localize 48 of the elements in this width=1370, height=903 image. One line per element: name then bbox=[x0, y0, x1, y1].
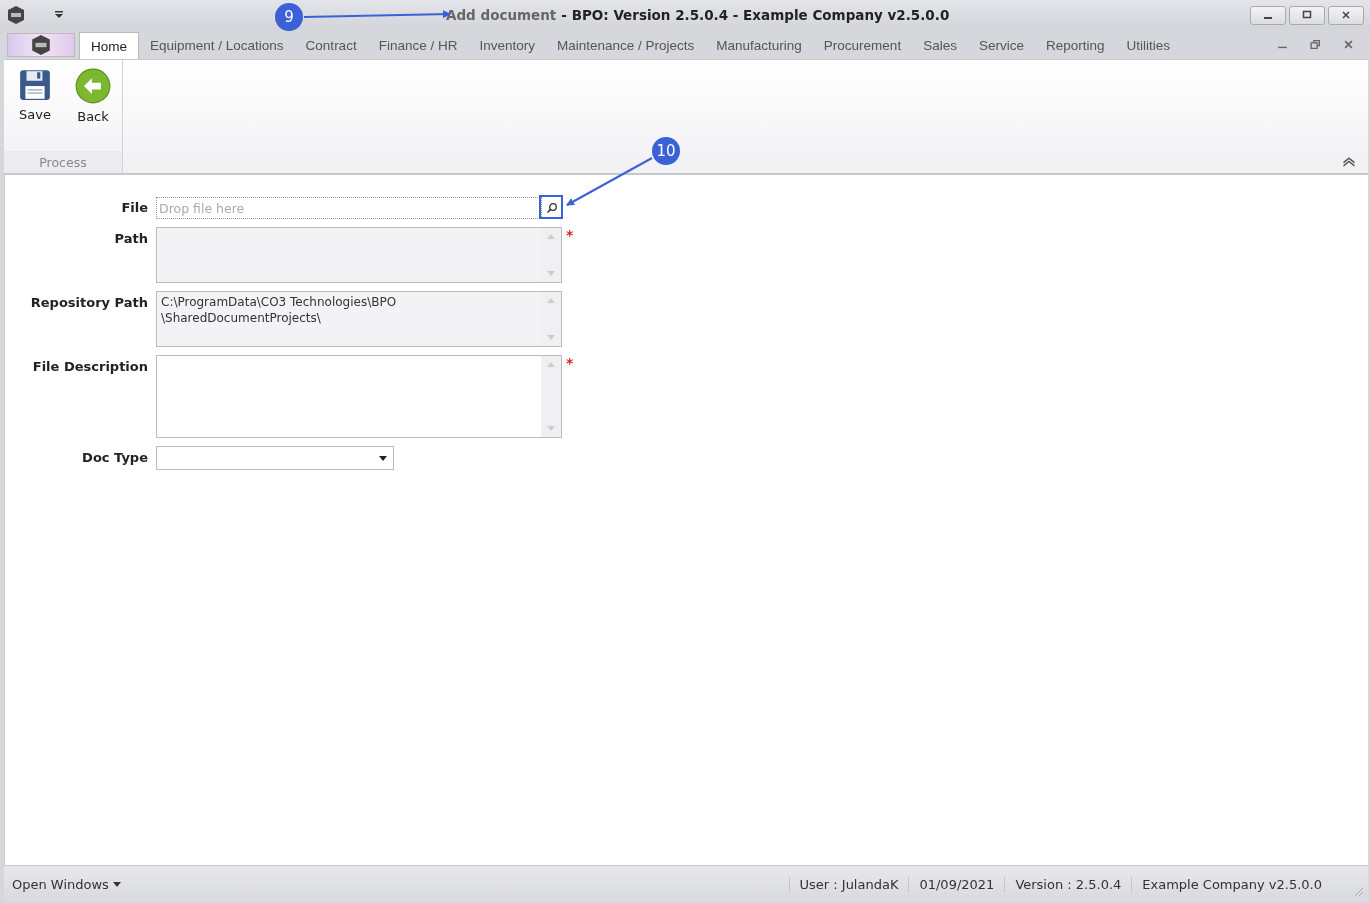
collapse-ribbon-icon[interactable] bbox=[1342, 156, 1356, 167]
ribbon-group-label: Process bbox=[39, 154, 87, 170]
quick-access-dropdown-icon[interactable] bbox=[54, 11, 64, 19]
field-label: Path bbox=[113, 230, 149, 246]
field-label: File bbox=[120, 199, 149, 215]
status-item: Version : 2.5.0.4 bbox=[1004, 877, 1132, 892]
status-item: 01/09/2021 bbox=[908, 877, 1005, 892]
text-area-value: C:\ProgramData\CO3 Technologies\BPO \SharedDocumentProjects\ bbox=[160, 294, 398, 327]
ribbon-tab[interactable]: Inventory bbox=[468, 32, 546, 59]
search-icon[interactable] bbox=[546, 202, 558, 214]
minimize-button[interactable] bbox=[1250, 5, 1286, 25]
ribbon-tab[interactable]: Sales bbox=[912, 32, 968, 59]
required-asterisk: * bbox=[566, 227, 574, 243]
status-item: Example Company v2.5.0.0 bbox=[1131, 877, 1332, 892]
ribbon-tab[interactable]: Finance / HR bbox=[367, 32, 469, 59]
minimize-icon bbox=[1264, 17, 1272, 19]
close-icon bbox=[1341, 10, 1351, 20]
doc-type-dropdown[interactable] bbox=[156, 446, 394, 470]
field-label: Repository Path bbox=[29, 294, 149, 310]
field-label: File Description bbox=[31, 358, 149, 374]
ribbon-tab[interactable]: Procurement bbox=[812, 32, 913, 59]
ribbon-button[interactable]: Back bbox=[68, 66, 118, 151]
app-logo-icon[interactable] bbox=[6, 5, 26, 25]
ribbon-tab[interactable]: Equipment / Locations bbox=[139, 32, 295, 59]
caret-icon bbox=[379, 455, 387, 461]
app-logo-icon bbox=[30, 34, 52, 56]
application-menu-button[interactable] bbox=[7, 33, 75, 57]
highlight-frame bbox=[539, 195, 563, 219]
window-title: - BPO: Version 2.5.0.4 - Example Company v2.5.0.0 bbox=[561, 7, 950, 23]
required-asterisk: * bbox=[566, 355, 574, 371]
file-drop-field[interactable]: Drop file here bbox=[156, 197, 542, 219]
caret-icon bbox=[112, 882, 121, 887]
document-title: Add document bbox=[446, 7, 557, 23]
ribbon-tab[interactable]: Service bbox=[967, 32, 1035, 59]
ribbon-tab[interactable]: Utilities bbox=[1115, 32, 1181, 59]
ribbon-button[interactable]: Save bbox=[10, 66, 60, 151]
ribbon-tab[interactable]: Home bbox=[79, 32, 139, 59]
restore-icon[interactable] bbox=[1310, 39, 1321, 50]
ribbon-tab[interactable]: Contract bbox=[294, 32, 368, 59]
close-icon[interactable] bbox=[1343, 39, 1354, 50]
field-label: Doc Type bbox=[81, 449, 149, 465]
maximize-button[interactable] bbox=[1289, 5, 1325, 25]
ribbon-tab[interactable]: Manufacturing bbox=[705, 32, 813, 59]
ribbon-tab[interactable]: Maintenance / Projects bbox=[545, 32, 706, 59]
maximize-icon bbox=[1302, 10, 1312, 20]
status-item: User : JulandaK bbox=[788, 877, 909, 892]
ribbon-tab[interactable]: Reporting bbox=[1034, 32, 1116, 59]
open-windows-menu[interactable]: Open Windows bbox=[4, 877, 129, 892]
